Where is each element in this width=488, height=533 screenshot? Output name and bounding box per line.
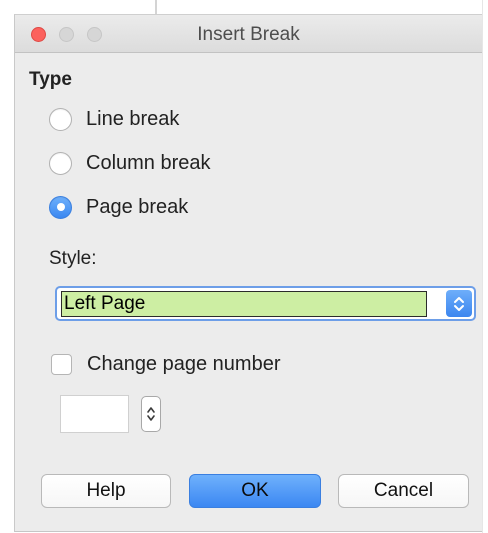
change-page-number-label: Change page number (87, 352, 281, 375)
page-number-field[interactable] (60, 395, 129, 433)
radio-page-break[interactable]: Page break (49, 193, 188, 221)
change-page-number-row[interactable]: Change page number (51, 351, 280, 377)
radio-dot (56, 203, 65, 211)
ok-button[interactable]: OK (189, 474, 321, 508)
dialog-title: Insert Break (197, 24, 300, 45)
stepper-svg (147, 407, 155, 421)
chevron-svg (454, 296, 464, 311)
radio-button[interactable] (49, 107, 72, 131)
radio-button[interactable] (49, 151, 72, 175)
background-divider (155, 0, 157, 14)
style-label: Style: (49, 248, 97, 269)
up-down-chevron-icon[interactable] (141, 396, 161, 432)
help-button[interactable]: Help (41, 474, 171, 508)
radio-column-break[interactable]: Column break (49, 149, 211, 177)
insert-break-dialog: Insert Break Type Line break Column brea… (14, 14, 482, 532)
radio-label-line-break: Line break (86, 107, 180, 130)
style-select-value: Left Page (61, 291, 427, 317)
radio-label-column-break: Column break (86, 151, 211, 174)
style-select[interactable]: Left Page (55, 286, 476, 321)
radio-label-page-break: Page break (86, 195, 189, 218)
radio-line-break[interactable]: Line break (49, 105, 179, 133)
change-page-number-checkbox[interactable] (51, 353, 72, 375)
up-down-chevron-icon[interactable] (446, 290, 472, 317)
screen: Insert Break Type Line break Column brea… (0, 0, 488, 533)
background-edge (482, 0, 483, 533)
type-heading: Type (29, 69, 72, 90)
title-bar: Insert Break (15, 15, 482, 53)
cancel-button[interactable]: Cancel (338, 474, 469, 508)
radio-button-selected[interactable] (49, 195, 72, 219)
